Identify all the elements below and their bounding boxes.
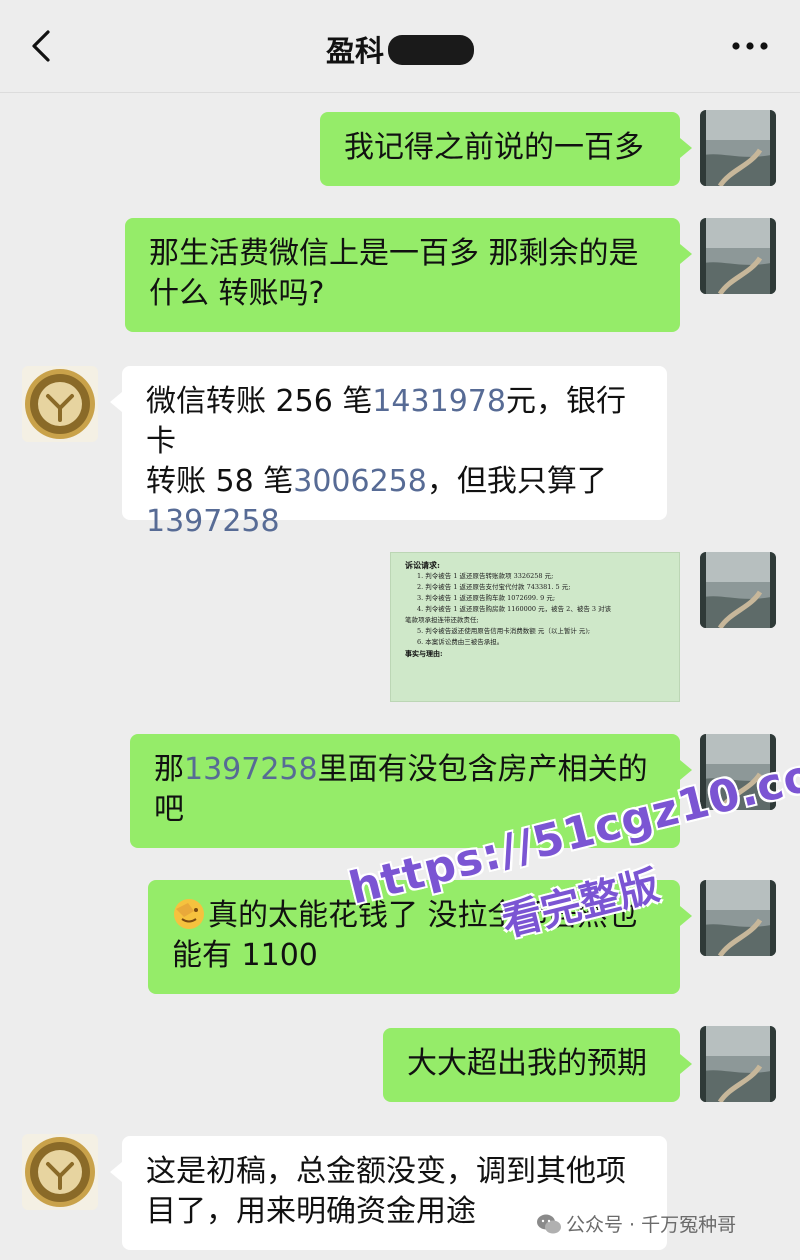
message-text-line: 微信转账 256 笔1431978元，银行卡 — [146, 382, 643, 462]
text-span: ，但我只算了 — [426, 464, 607, 499]
amount-number[interactable]: 3006258 — [293, 464, 427, 499]
message-bubble[interactable]: 我记得之前说的一百多 — [320, 112, 692, 186]
my-avatar[interactable] — [700, 734, 776, 810]
my-avatar[interactable] — [700, 552, 776, 628]
document-screenshot-image[interactable]: 诉讼请求: 1. 判令被告 1 返还原告转账款项 3326258 元; 2. 判… — [390, 552, 680, 702]
landscape-avatar-image — [700, 1026, 776, 1102]
message-bubble[interactable]: 微信转账 256 笔1431978元，银行卡 转账 58 笔3006258，但我… — [110, 366, 667, 539]
message-text: 我记得之前说的一百多 — [344, 130, 644, 165]
amount-number[interactable]: 1397258 — [184, 752, 318, 787]
my-avatar[interactable] — [700, 110, 776, 186]
doc-footer: 事实与理由: — [405, 649, 443, 658]
my-avatar[interactable] — [700, 218, 776, 294]
landscape-avatar-image — [700, 880, 776, 956]
landscape-avatar-image — [700, 218, 776, 294]
message-bubble[interactable]: 那生活费微信上是一百多 那剩余的是 什么 转账吗? — [125, 218, 692, 332]
more-dots-icon — [732, 42, 768, 50]
doc-line: 6. 本案诉讼费由三被告承担。 — [417, 638, 504, 646]
title-redaction — [388, 35, 474, 65]
amount-number[interactable]: 1397258 — [146, 504, 280, 539]
yingke-logo-icon — [25, 1137, 95, 1207]
message-text-line: 1397258 — [146, 502, 643, 542]
contact-avatar[interactable] — [22, 366, 98, 442]
landscape-avatar-image — [700, 110, 776, 186]
amount-number[interactable]: 1431978 — [372, 384, 506, 419]
message-text-line: 这是初稿，总金额没变，调到其他项 — [146, 1154, 626, 1189]
landscape-avatar-image — [700, 552, 776, 628]
message-text-line: 那1397258里面有没包含房产相关的 — [154, 750, 656, 790]
facepalm-emoji-icon — [174, 899, 204, 929]
wechat-icon — [537, 1214, 561, 1234]
text-span: 微信转账 256 笔 — [146, 384, 373, 419]
yingke-logo-icon — [25, 369, 95, 439]
message-text-line: 转账 58 笔3006258，但我只算了 — [146, 462, 643, 502]
chat-title: 盈科 — [0, 28, 800, 70]
message-text-line: 吧 — [154, 792, 184, 827]
my-avatar[interactable] — [700, 880, 776, 956]
text-span: 转账 58 笔 — [146, 464, 294, 499]
contact-avatar[interactable] — [22, 1134, 98, 1210]
message-bubble[interactable]: 大大超出我的预期 — [383, 1028, 692, 1102]
doc-line: 笔款项承担连带还款责任; — [405, 616, 479, 624]
chat-header: 盈科 — [0, 0, 800, 93]
message-bubble[interactable]: 真的太能花钱了 没拉全部居然也 能有 1100 — [148, 880, 692, 994]
more-button[interactable] — [728, 30, 772, 62]
message-text-line: 能有 1100 — [172, 938, 318, 973]
text-span: 那 — [154, 752, 184, 787]
landscape-avatar-image — [700, 734, 776, 810]
chat-title-text: 盈科 — [325, 34, 384, 68]
message-bubble[interactable]: 那1397258里面有没包含房产相关的 吧 — [130, 734, 692, 848]
message-text-line: 真的太能花钱了 没拉全部居然也 — [172, 896, 656, 936]
my-avatar[interactable] — [700, 1026, 776, 1102]
message-text-line: 什么 转账吗? — [149, 276, 325, 311]
doc-line: 5. 判令被告返还使用原告信用卡消费数额 元（以上暂计 元); — [417, 627, 591, 635]
doc-line: 2. 判令被告 1 返还原告支付宝代付款 743381. 5 元; — [417, 583, 571, 591]
message-text: 大大超出我的预期 — [407, 1046, 647, 1081]
text-span: 里面有没包含房产相关的 — [317, 752, 648, 787]
doc-line: 3. 判令被告 1 返还原告购车款 1072699. 9 元; — [417, 594, 556, 602]
official-account-text: 公众号 · 千万冤种哥 — [566, 1214, 737, 1236]
doc-line: 4. 判令被告 1 返还原告购房款 1160000 元，被告 2、被告 3 对该 — [417, 605, 612, 613]
text-span: 真的太能花钱了 没拉全部居然也 — [208, 898, 638, 933]
doc-heading: 诉讼请求: — [405, 560, 440, 570]
doc-line: 1. 判令被告 1 返还原告转账款项 3326258 元; — [417, 572, 554, 580]
message-text-line: 那生活费微信上是一百多 那剩余的是 — [149, 236, 639, 271]
official-account-tag: 公众号 · 千万冤种哥 — [536, 1210, 736, 1237]
